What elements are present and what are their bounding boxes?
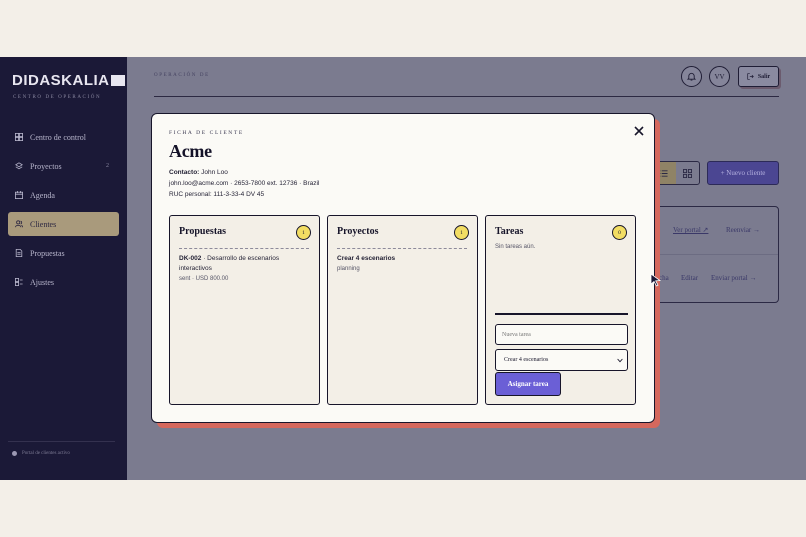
sidebar: DIDASKALIA CENTRO DE OPERACIÓN Centro de… [0,57,127,480]
list-icon [659,169,668,177]
brand-name: DIDASKALIA [12,72,110,89]
client-name: Acme [169,141,212,161]
portal-status: Portal de clientes activo [8,441,115,456]
brand-subtitle: CENTRO DE OPERACIÓN [13,95,102,100]
sidebar-item-label: Propuestas [30,248,65,258]
proposal-code: DK-002 [179,255,202,262]
logout-icon [747,73,754,80]
settings-icon [15,278,23,286]
sidebar-item-ajustes[interactable]: Ajustes [8,270,119,294]
project-status: planning [337,266,360,272]
sidebar-item-clientes[interactable]: Clientes [8,212,119,236]
logo-mark-icon [110,75,125,86]
sidebar-item-label: Agenda [30,190,55,200]
close-button[interactable] [632,124,646,138]
logo: DIDASKALIA [12,72,125,89]
resend-link[interactable]: Reenviar → [726,226,760,234]
card-divider [337,248,467,249]
send-portal-link[interactable]: Enviar portal → [711,274,757,282]
list-item[interactable]: Crear 4 escenarios [337,255,395,262]
dashboard-icon [15,133,23,141]
sidebar-item-agenda[interactable]: Agenda [8,183,119,207]
new-task-input[interactable] [495,324,628,345]
logout-label: Salir [757,73,771,80]
contact-label: Contacto: [169,169,200,176]
user-avatar-button[interactable]: VV [709,66,730,87]
assign-task-button[interactable]: Asignar tarea [495,372,561,396]
count-badge: 0 [612,225,627,240]
close-icon [634,126,644,136]
new-client-button[interactable]: + Nuevo cliente [707,161,779,185]
sidebar-item-proyectos[interactable]: Proyectos 2 [8,154,119,178]
header-divider [154,96,779,97]
sidebar-item-label: Clientes [30,219,57,229]
tasks-divider [495,313,628,315]
grid-icon [682,168,692,178]
card-divider [179,248,309,249]
grid-view-button[interactable] [676,162,700,184]
chevron-down-icon [617,358,623,363]
calendar-icon [15,191,23,199]
card-title: Proyectos [337,226,379,237]
app-window: DIDASKALIA CENTRO DE OPERACIÓN Centro de… [0,57,806,480]
proposal-meta: sent · USD 800.00 [179,276,229,282]
project-select-value: Crear 4 escenarios [504,357,549,363]
document-icon [15,249,23,257]
card-title: Tareas [495,226,524,237]
proposals-card: Propuestas 1 DK-002 · Desarrollo de esce… [169,215,320,405]
header-label: OPERACIÓN DE [154,73,210,78]
proposal-title-cont: interactivos [179,265,212,272]
bell-icon [687,72,696,81]
project-select[interactable]: Crear 4 escenarios [495,349,628,371]
list-item[interactable]: DK-002 · Desarrollo de escenarios [179,255,279,262]
contact-info: Contacto: John Loo [169,169,228,176]
sidebar-nav: Centro de control Proyectos 2 Agenda Cli… [8,125,119,299]
mouse-cursor-icon [650,273,662,287]
count-badge: 1 [296,225,311,240]
top-header: OPERACIÓN DE VV Salir [127,57,806,97]
status-dot-icon [12,451,17,456]
logout-button[interactable]: Salir [738,66,779,87]
count-badge: 1 [454,225,469,240]
sidebar-item-label: Centro de control [30,132,86,142]
sidebar-item-count: 2 [106,163,109,169]
users-icon [15,220,23,228]
ruc-info: RUC personal: 111-3-33-4 DV 45 [169,191,265,198]
contact-details: john.loo@acme.com · 2653-7800 ext. 12736… [169,180,320,187]
edit-link[interactable]: Editar [681,274,698,282]
sidebar-item-label: Ajustes [30,277,54,287]
view-portal-link[interactable]: Ver portal ↗ [673,226,708,234]
contact-name: John Loo [201,169,228,176]
sidebar-item-label: Proyectos [30,161,62,171]
proposal-title: · Desarrollo de escenarios [201,255,280,262]
projects-card: Proyectos 1 Crear 4 escenarios planning [327,215,478,405]
empty-tasks-text: Sin tareas aún. [495,244,536,250]
sidebar-item-centro-de-control[interactable]: Centro de control [8,125,119,149]
modal-eyebrow: FICHA DE CLIENTE [169,130,244,136]
sidebar-item-propuestas[interactable]: Propuestas [8,241,119,265]
tasks-card: Tareas 0 Sin tareas aún. Crear 4 escenar… [485,215,636,405]
portal-status-label: Portal de clientes activo [22,451,70,456]
client-modal: FICHA DE CLIENTE Acme Contacto: John Loo… [151,113,655,423]
notifications-button[interactable] [681,66,702,87]
layers-icon [15,162,23,170]
card-title: Propuestas [179,226,227,237]
